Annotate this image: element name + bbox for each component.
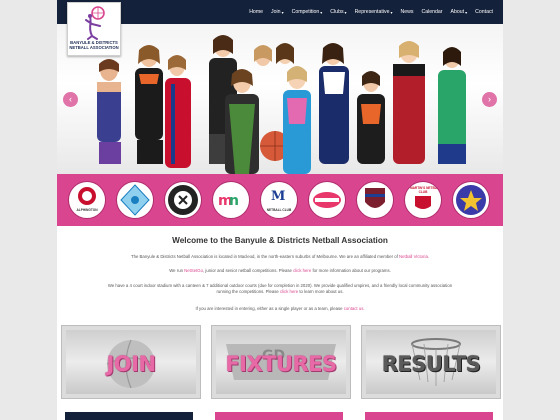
club-badge[interactable]: M NETBALL CLUB — [260, 181, 298, 219]
about-click-here-link[interactable]: click here — [280, 289, 298, 294]
nav-news[interactable]: News — [396, 9, 417, 15]
bottom-tile-strip — [365, 412, 493, 420]
hero-slider: ‹ › — [57, 24, 503, 174]
club-badge-label: ST MARTIN'S NETBALL CLUB — [405, 186, 441, 194]
welcome-heading: Welcome to the Banyule & Districts Netba… — [172, 236, 388, 245]
hero-photo — [97, 35, 466, 174]
facilities-text-end: to learn more about us. — [298, 289, 344, 294]
bottom-tile-strip — [65, 412, 193, 420]
club-crest-icon — [120, 184, 150, 216]
contact-us-link[interactable]: contact us — [344, 306, 364, 311]
fixtures-tile[interactable]: GD FIXTURES — [211, 325, 351, 399]
club-crest-icon — [313, 192, 341, 208]
nav-representative-label: Representative — [354, 9, 390, 15]
chevron-down-icon: ▾ — [320, 9, 323, 15]
nav-representative[interactable]: Representative ▾ — [351, 9, 397, 15]
club-crest-icon: M — [271, 189, 285, 204]
svg-text:M: M — [271, 189, 285, 204]
chevron-down-icon: ▾ — [281, 9, 284, 15]
club-badge[interactable]: mn — [212, 181, 250, 219]
club-badge-label: NETBALL CLUB — [266, 208, 292, 212]
fixtures-tile-image: GD FIXTURES — [216, 330, 346, 394]
nav-home-label: Home — [249, 9, 264, 15]
join-tile-label: JOIN — [106, 352, 156, 376]
bottom-tile-strip — [215, 412, 343, 420]
main-nav: Home Join ▾ Competition ▾ Clubs ▾ Represent… — [245, 0, 497, 24]
logo-line-2: NETBALL ASSOCIATION — [69, 45, 119, 50]
club-badge[interactable]: ST MARTIN'S NETBALL CLUB — [404, 181, 442, 219]
club-crest-icon: mn — [218, 193, 239, 209]
site-header: Home Join ▾ Competition ▾ Clubs ▾ Represent… — [57, 0, 503, 24]
nav-join[interactable]: Join ▾ — [267, 9, 288, 15]
intro-paragraph: The Banyule & Districts Netball Associat… — [67, 254, 493, 260]
club-crest-icon — [365, 188, 385, 208]
programs-text: We run — [169, 268, 185, 273]
contact-paragraph: If you are interested in entering, eithe… — [67, 306, 493, 312]
contact-text: If you are interested in entering, eithe… — [195, 306, 344, 311]
club-badge[interactable] — [116, 181, 154, 219]
slider-next-button[interactable]: › — [482, 92, 497, 107]
programs-text-end: for more information about our programs. — [311, 268, 391, 273]
chevron-left-icon: ‹ — [69, 94, 72, 104]
nav-calendar-label: Calendar — [421, 9, 443, 15]
nav-about-label: About — [450, 9, 465, 15]
chevron-down-icon: ▾ — [465, 9, 468, 15]
join-tile-image: JOIN — [66, 330, 196, 394]
facilities-text-2: running the competitions. Please — [216, 289, 280, 294]
nav-contact-label: Contact — [475, 9, 493, 15]
nav-competition-label: Competition — [291, 9, 320, 15]
nav-calendar[interactable]: Calendar — [417, 9, 446, 15]
results-tile-label: RESULTS — [381, 352, 481, 376]
nav-clubs-label: Clubs — [330, 9, 344, 15]
logo-text: BANYULE & DISTRICTS NETBALL ASSOCIATION — [68, 40, 120, 50]
nav-news-label: News — [400, 9, 414, 15]
svg-text:n: n — [229, 193, 239, 209]
club-badge[interactable]: ALPHINGTON — [68, 181, 106, 219]
chevron-down-icon: ▾ — [344, 9, 347, 15]
programs-paragraph: We run NetSetGo, junior and senior netba… — [67, 268, 493, 274]
netsetgo-link[interactable]: NetSetGo — [184, 268, 203, 273]
programs-text-mid: , junior and senior netball competitions… — [203, 268, 294, 273]
club-badge[interactable] — [356, 181, 394, 219]
nav-competition[interactable]: Competition ▾ — [288, 9, 327, 15]
join-tile[interactable]: JOIN — [61, 325, 201, 399]
nav-about[interactable]: About ▾ — [447, 9, 472, 15]
nav-contact[interactable]: Contact — [471, 9, 497, 15]
programs-click-here-link[interactable]: click here — [293, 268, 311, 273]
results-tile-image: RESULTS — [366, 330, 496, 394]
netball-player-icon — [85, 6, 105, 40]
club-crest-icon — [78, 187, 96, 205]
club-crest-icon — [456, 185, 486, 215]
chevron-down-icon: ▾ — [390, 9, 393, 15]
intro-text-end: . — [427, 254, 430, 259]
nav-join-label: Join — [271, 9, 281, 15]
nav-home[interactable]: Home — [245, 9, 267, 15]
chevron-right-icon: › — [488, 94, 491, 104]
fixtures-tile-label: FIXTURES — [225, 352, 337, 376]
intro-text: The Banyule & Districts Netball Associat… — [130, 254, 400, 259]
club-badges-band: ALPHINGTON mn M NETBALL CLUB ST MARTIN'S… — [57, 174, 503, 226]
club-crest-icon — [168, 185, 198, 215]
club-badge[interactable] — [452, 181, 490, 219]
results-tile[interactable]: RESULTS — [361, 325, 501, 399]
page-container: Home Join ▾ Competition ▾ Clubs ▾ Represent… — [57, 0, 503, 420]
club-badge[interactable] — [308, 181, 346, 219]
slider-prev-button[interactable]: ‹ — [63, 92, 78, 107]
site-logo[interactable]: BANYULE & DISTRICTS NETBALL ASSOCIATION — [67, 2, 121, 56]
facilities-paragraph: We have a 4 court indoor stadium with a … — [67, 283, 493, 295]
netball-victoria-link[interactable]: Netball Victoria — [399, 254, 428, 259]
club-badge[interactable] — [164, 181, 202, 219]
club-badge-label: ALPHINGTON — [76, 208, 98, 212]
contact-text-end: . — [363, 306, 365, 311]
nav-clubs[interactable]: Clubs ▾ — [326, 9, 350, 15]
